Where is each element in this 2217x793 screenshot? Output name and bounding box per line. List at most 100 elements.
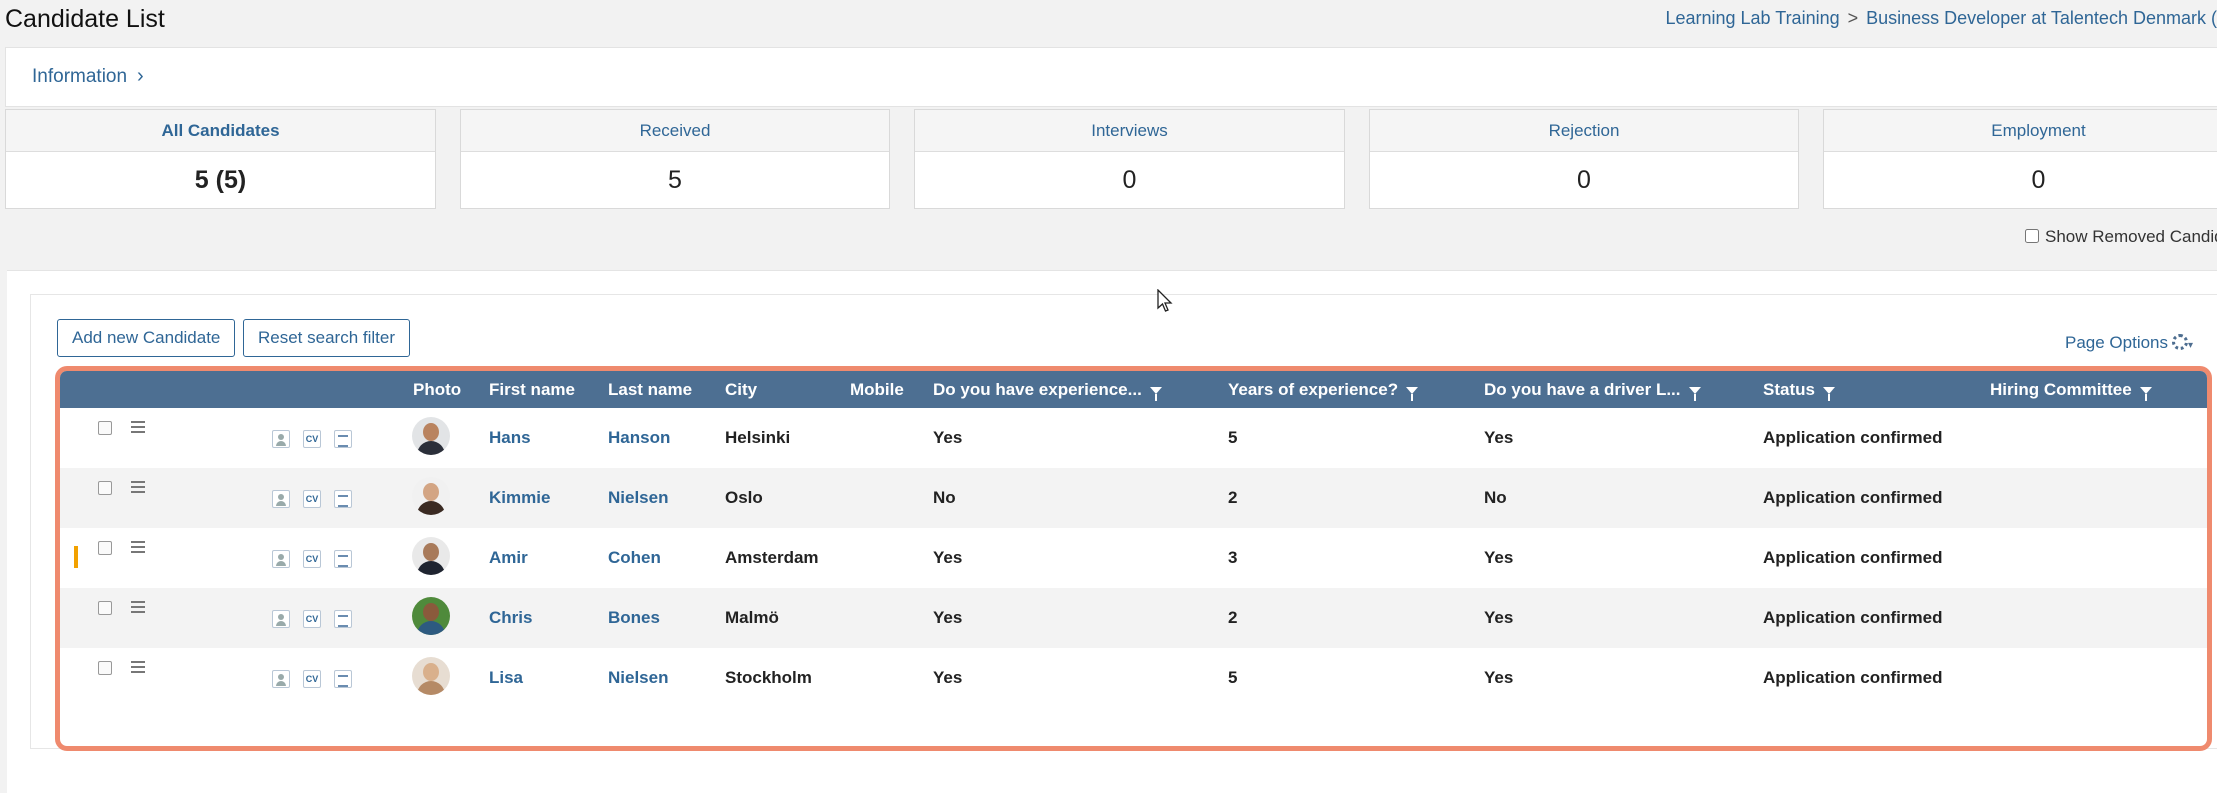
col-first-name[interactable]: First name [489, 371, 575, 408]
first-name-link[interactable]: Chris [489, 608, 532, 628]
row-checkbox[interactable] [98, 541, 112, 555]
profile-icon[interactable] [272, 490, 290, 508]
table-row[interactable]: CV Chris Bones Malmö Yes 2 Yes Applicati… [60, 588, 2207, 648]
cell-status: Application confirmed [1763, 428, 1943, 447]
col-city[interactable]: City [725, 371, 757, 408]
cell-years: 5 [1228, 668, 1238, 687]
gear-icon [2172, 334, 2189, 350]
first-name-link[interactable]: Hans [489, 428, 531, 448]
cell-status: Application confirmed [1763, 608, 1943, 627]
row-menu-icon[interactable] [131, 601, 145, 613]
row-menu-icon[interactable] [131, 481, 145, 493]
stat-card-interviews[interactable]: Interviews 0 [914, 109, 1345, 209]
document-icon[interactable] [334, 430, 352, 448]
cell-status: Application confirmed [1763, 548, 1943, 567]
last-name-link[interactable]: Hanson [608, 428, 670, 448]
cv-icon[interactable]: CV [303, 550, 321, 568]
stat-card-rejection[interactable]: Rejection 0 [1369, 109, 1799, 209]
row-checkbox[interactable] [98, 601, 112, 615]
information-link[interactable]: Information › [32, 65, 144, 88]
grid-header: Photo First name Last name City Mobile D… [60, 371, 2207, 408]
stat-label: Interviews [915, 110, 1344, 152]
page-options[interactable]: Page Options ▾ [2065, 333, 2193, 353]
row-menu-icon[interactable] [131, 421, 145, 433]
filter-icon[interactable] [1149, 387, 1162, 401]
cell-years: 2 [1228, 488, 1238, 507]
stat-card-received[interactable]: Received 5 [460, 109, 890, 209]
filter-icon[interactable] [1822, 387, 1835, 401]
cell-city: Stockholm [725, 668, 812, 687]
breadcrumb-item-training[interactable]: Learning Lab Training [1665, 8, 1839, 28]
caret-down-icon: ▾ [2188, 340, 2194, 351]
stat-label: Employment [1824, 110, 2217, 152]
avatar [412, 417, 450, 455]
cv-icon[interactable]: CV [303, 610, 321, 628]
col-driver[interactable]: Do you have a driver L... [1484, 371, 1701, 408]
stat-value: 0 [1577, 166, 1591, 194]
row-checkbox[interactable] [98, 421, 112, 435]
last-name-link[interactable]: Nielsen [608, 488, 668, 508]
col-years[interactable]: Years of experience? [1228, 371, 1419, 408]
table-row[interactable]: CV Hans Hanson Helsinki Yes 5 Yes Applic… [60, 408, 2207, 468]
mouse-cursor-icon [1157, 289, 1173, 312]
col-mobile[interactable]: Mobile [850, 371, 904, 408]
stat-value: 5 [668, 166, 682, 194]
avatar [412, 537, 450, 575]
profile-icon[interactable] [272, 550, 290, 568]
col-experience[interactable]: Do you have experience... [933, 371, 1162, 408]
reset-search-filter-button[interactable]: Reset search filter [243, 319, 410, 357]
table-row[interactable]: CV Kimmie Nielsen Oslo No 2 No Applicati… [60, 468, 2207, 528]
cell-experience: Yes [933, 608, 963, 627]
cell-experience: No [933, 488, 956, 507]
document-icon[interactable] [334, 550, 352, 568]
avatar [412, 477, 450, 515]
cell-experience: Yes [933, 428, 963, 447]
first-name-link[interactable]: Kimmie [489, 488, 550, 508]
row-checkbox[interactable] [98, 661, 112, 675]
breadcrumb-item-job[interactable]: Business Developer at Talentech Denmark … [1866, 8, 2217, 28]
avatar [412, 597, 450, 635]
col-last-name[interactable]: Last name [608, 371, 692, 408]
show-removed-checkbox[interactable] [2025, 229, 2039, 243]
filter-icon[interactable] [2139, 387, 2152, 401]
row-menu-icon[interactable] [131, 541, 145, 553]
col-status[interactable]: Status [1763, 371, 1835, 408]
document-icon[interactable] [334, 490, 352, 508]
stat-card-employment[interactable]: Employment 0 [1823, 109, 2217, 209]
cell-experience: Yes [933, 668, 963, 687]
filter-icon[interactable] [1406, 387, 1419, 401]
cell-years: 3 [1228, 548, 1238, 567]
document-icon[interactable] [334, 610, 352, 628]
document-icon[interactable] [334, 670, 352, 688]
col-hiring-committee[interactable]: Hiring Committee [1990, 371, 2152, 408]
cv-icon[interactable]: CV [303, 490, 321, 508]
cell-city: Malmö [725, 608, 779, 627]
last-name-link[interactable]: Bones [608, 608, 660, 628]
last-name-link[interactable]: Cohen [608, 548, 661, 568]
cell-years: 5 [1228, 428, 1238, 447]
profile-icon[interactable] [272, 430, 290, 448]
row-marker [74, 546, 78, 568]
cell-status: Application confirmed [1763, 488, 1943, 507]
stat-value: 5 (5) [194, 166, 247, 194]
cv-icon[interactable]: CV [303, 430, 321, 448]
table-row[interactable]: CV Lisa Nielsen Stockholm Yes 5 Yes Appl… [60, 648, 2207, 708]
stat-card-all-candidates[interactable]: All Candidates 5 (5) [5, 109, 436, 209]
cv-icon[interactable]: CV [303, 670, 321, 688]
chevron-right-icon: › [137, 65, 144, 87]
show-removed-label: Show Removed Candid [2045, 227, 2217, 246]
row-menu-icon[interactable] [131, 661, 145, 673]
add-candidate-button[interactable]: Add new Candidate [57, 319, 236, 357]
table-row[interactable]: CV Amir Cohen Amsterdam Yes 3 Yes Applic… [60, 528, 2207, 588]
page-options-label: Page Options [2065, 333, 2169, 352]
col-photo[interactable]: Photo [413, 371, 461, 408]
stat-value: 0 [2031, 166, 2046, 194]
profile-icon[interactable] [272, 670, 290, 688]
last-name-link[interactable]: Nielsen [608, 668, 668, 688]
show-removed-toggle[interactable]: Show Removed Candid [2025, 227, 2217, 247]
first-name-link[interactable]: Lisa [489, 668, 523, 688]
profile-icon[interactable] [272, 610, 290, 628]
row-checkbox[interactable] [98, 481, 112, 495]
first-name-link[interactable]: Amir [489, 548, 528, 568]
filter-icon[interactable] [1688, 387, 1701, 401]
